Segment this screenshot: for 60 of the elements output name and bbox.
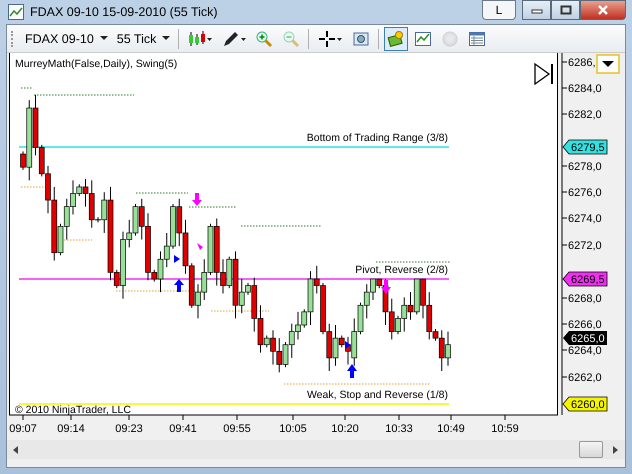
- scroll-right-icon[interactable]: [613, 446, 619, 454]
- swing-line: [136, 192, 188, 194]
- time-label: 09:23: [115, 423, 143, 435]
- horizontal-scrollbar[interactable]: [7, 440, 625, 459]
- price-label: 6264,0: [568, 345, 602, 357]
- signal-arrow: [174, 279, 184, 292]
- skip-to-end-icon[interactable]: [534, 62, 553, 86]
- minimize-button[interactable]: [522, 0, 551, 20]
- chart-icon: [8, 4, 24, 20]
- swing-line: [188, 206, 236, 208]
- instrument-dropdown[interactable]: FDAX 09-10: [22, 32, 111, 46]
- price-label: 6278,0: [568, 161, 602, 173]
- price-marker: 6279,5: [562, 140, 608, 154]
- maximize-icon: [560, 5, 572, 15]
- close-icon: [597, 5, 609, 15]
- price-marker: 6260,0: [562, 396, 608, 412]
- close-button[interactable]: [580, 0, 626, 20]
- window-title: FDAX 09-10 15-09-2010 (55 Tick): [30, 5, 218, 19]
- interval-dropdown[interactable]: 55 Tick: [114, 32, 174, 46]
- strategy-button[interactable]: [384, 26, 408, 50]
- time-label: 10:59: [491, 423, 519, 435]
- price-label: 6268,0: [568, 293, 602, 305]
- level-label: Weak, Stop and Reverse (1/8): [306, 389, 448, 401]
- price-label: 6272,0: [568, 240, 602, 252]
- indicator-label: MurreyMath(False,Daily), Swing(5): [15, 58, 178, 70]
- time-label: 10:49: [437, 423, 465, 435]
- price-marker: 6269,5: [562, 272, 608, 286]
- signal-arrow: [192, 193, 202, 206]
- last-price-marker: 6265,0: [563, 331, 607, 345]
- level-label: Pivot, Reverse (2/8): [355, 264, 448, 276]
- swing-line: [210, 310, 270, 312]
- price-label: 6276,0: [568, 187, 602, 199]
- price-label: 6286,: [568, 57, 596, 69]
- signal-arrow: [197, 243, 203, 250]
- layout-button[interactable]: L: [482, 0, 516, 20]
- scrollbar-thumb[interactable]: [579, 441, 603, 458]
- caret-icon: [162, 36, 170, 41]
- time-label: 10:05: [279, 423, 307, 435]
- signal-arrow: [174, 255, 180, 263]
- signal-arrow: [381, 280, 391, 294]
- price-label: 6284,0: [568, 83, 602, 95]
- maximize-button[interactable]: [551, 0, 580, 20]
- scale-dropdown-button[interactable]: [596, 54, 620, 74]
- time-label: 09:41: [169, 423, 197, 435]
- time-label: 09:55: [223, 423, 251, 435]
- price-label: 6282,0: [568, 109, 602, 121]
- level-label: Bottom of Trading Range (3/8): [306, 132, 448, 144]
- price-label: 6274,0: [568, 213, 602, 225]
- signal-arrow: [347, 364, 357, 378]
- price-label: 6262,0: [568, 372, 602, 384]
- time-label: 09:14: [57, 423, 85, 435]
- price-label: 6266,0: [568, 319, 602, 331]
- caret-icon: [100, 36, 108, 41]
- camera-lens-icon: [352, 30, 370, 48]
- scroll-left-icon[interactable]: [13, 446, 19, 454]
- time-label: 09:07: [9, 423, 37, 435]
- copyright-text: © 2010 NinjaTrader, LLC: [15, 404, 131, 416]
- time-label: 10:20: [331, 423, 359, 435]
- signal-arrow: [345, 341, 351, 349]
- time-label: 10:33: [385, 423, 413, 435]
